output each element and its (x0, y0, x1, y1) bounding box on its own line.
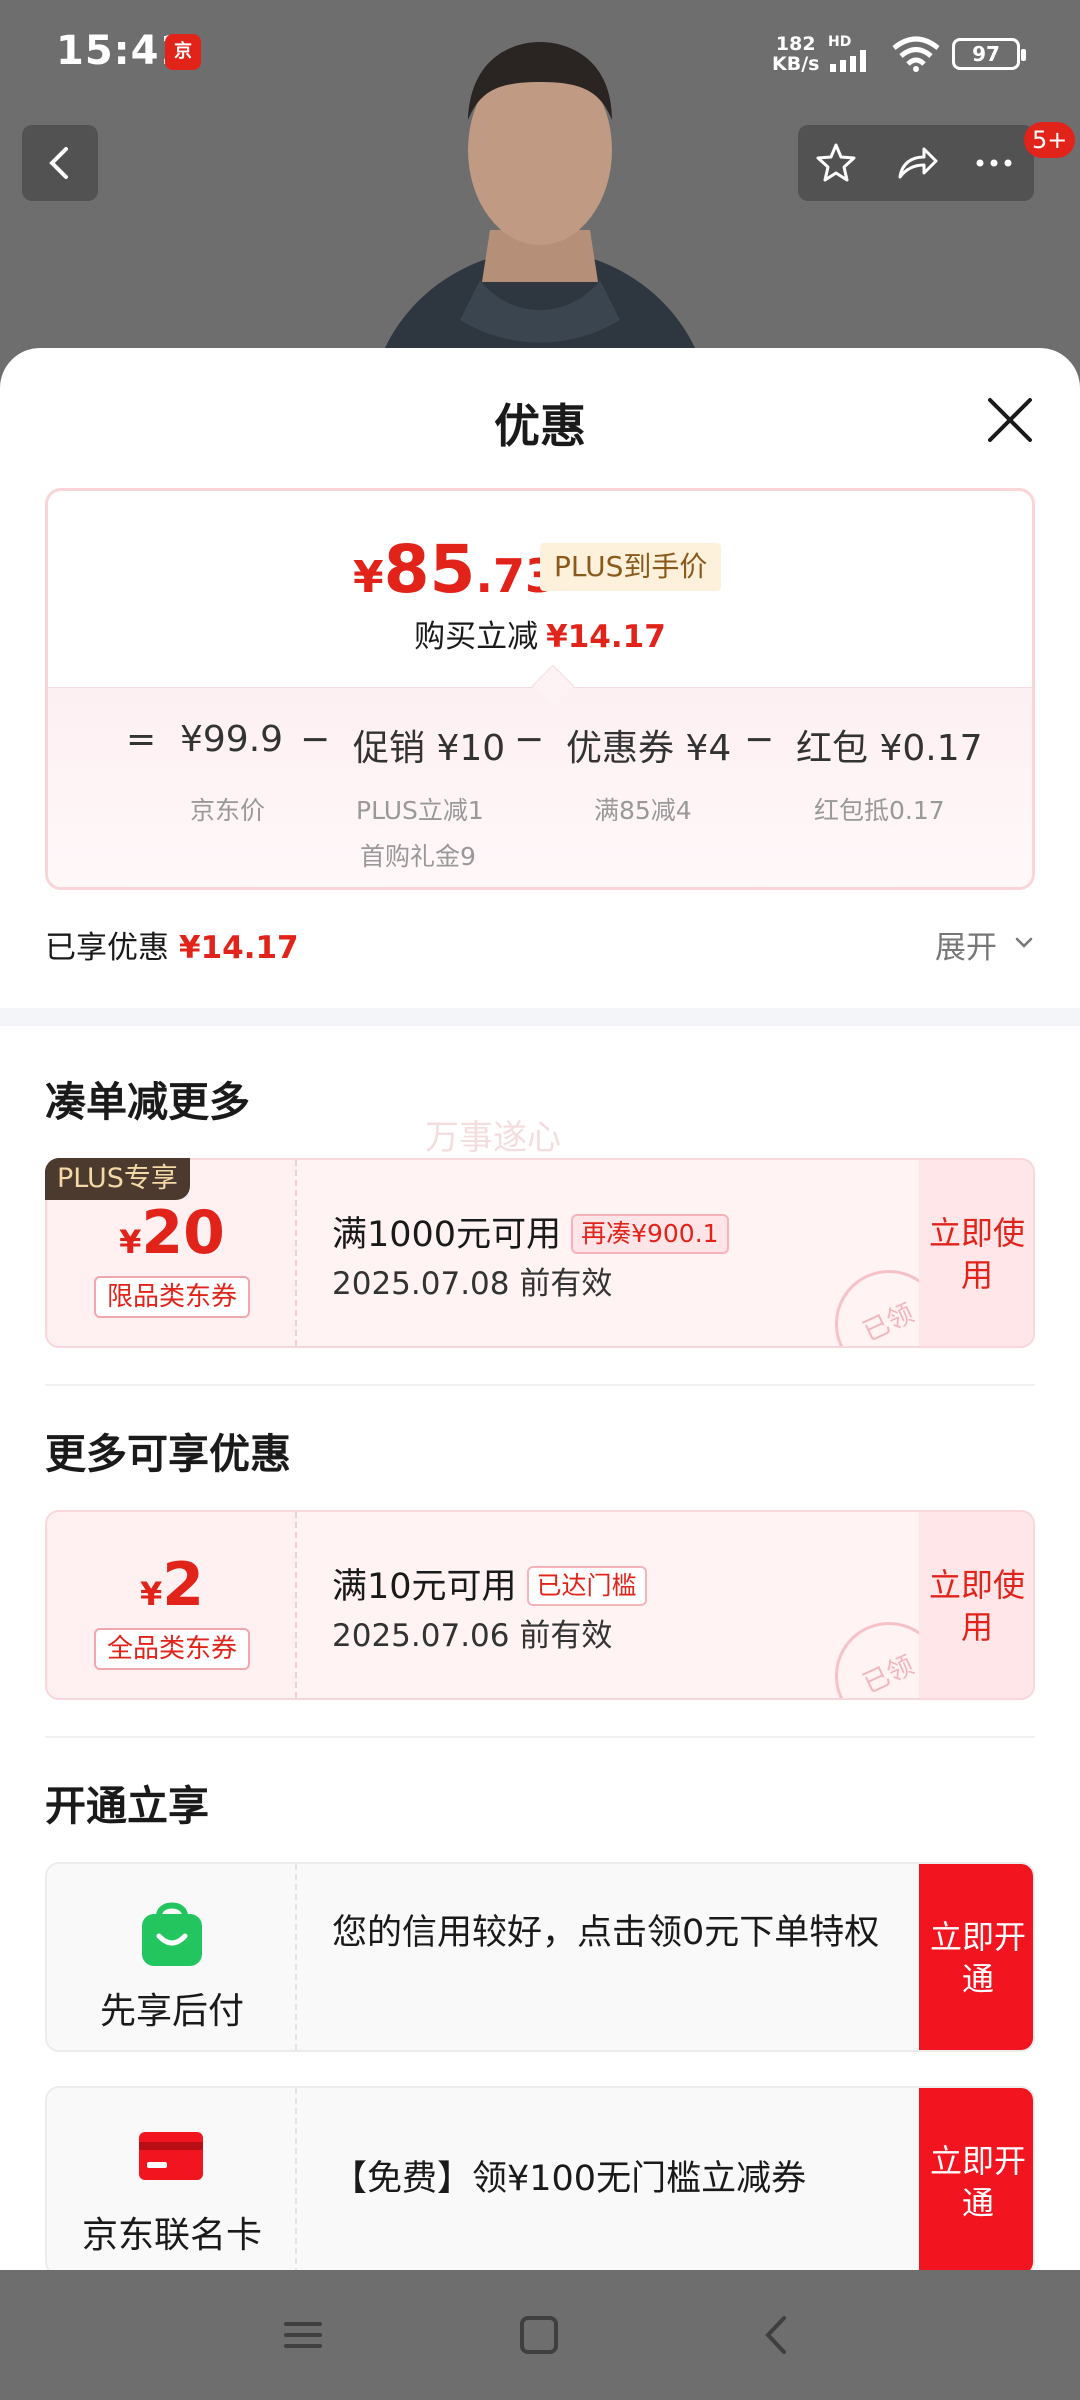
signal-icon (830, 50, 866, 72)
more-icon[interactable] (970, 139, 1018, 187)
section-divider (0, 1008, 1080, 1026)
top-actions-bar (798, 125, 1034, 201)
chevron-down-icon[interactable] (1012, 930, 1036, 954)
close-icon[interactable] (980, 390, 1040, 450)
watermark-text: 万事遂心 (425, 1118, 561, 1158)
coupon-gap-pill: 再凑¥900.1 (571, 1214, 729, 1254)
coupon-condition: 满10元可用 已达门槛 (332, 1558, 647, 1609)
status-bar: 15:41 京 182 KB/s HD 97 (0, 0, 1080, 110)
shopping-bag-icon (142, 1902, 202, 1966)
pay-later-desc: 您的信用较好，点击领0元下单特权 (332, 1913, 880, 1953)
pay-later-label: 先享后付 (99, 1991, 244, 2032)
network-speed: 182 KB/s (772, 33, 820, 75)
coupon-validity: 2025.07.06 前有效 (332, 1618, 613, 1654)
discount-sheet: 优惠 ¥85.73 PLUS到手价 购买立减 ¥14.17 = ¥99.9 京东价… (0, 348, 1080, 2270)
back-nav-icon[interactable] (752, 2310, 802, 2360)
breakdown-red-packet-rule: 红包抵0.17 (814, 796, 945, 825)
minus-sign: − (514, 719, 545, 760)
use-now-button[interactable]: 立即使用 (919, 1160, 1033, 1346)
coupon-amount: ¥20 (119, 1198, 225, 1268)
wifi-icon (892, 36, 940, 72)
breakdown-coupon: 优惠券 ¥4 (566, 728, 732, 769)
section-title-more-offers: 更多可享优惠 (45, 1430, 291, 1478)
minus-sign: − (300, 719, 331, 760)
battery-indicator: 97 (952, 38, 1026, 70)
activate-pay-later-button[interactable]: 立即开通 (919, 1864, 1033, 2050)
hd-indicator: HD (828, 34, 852, 50)
separator (45, 1384, 1035, 1386)
share-icon[interactable] (892, 139, 940, 187)
pay-later-card: 先享后付 您的信用较好，点击领0元下单特权 立即开通 (45, 1862, 1035, 2052)
co-branded-card: 京东联名卡 【免费】领¥100无门槛立减券 立即开通 (45, 2086, 1035, 2270)
breakdown-coupon-rule: 满85减4 (594, 796, 692, 825)
coupon-category: 全品类东券 (94, 1628, 250, 1670)
co-branded-card-desc: 【免费】领¥100无门槛立减券 (332, 2159, 807, 2199)
product-page-backdrop: 15:41 京 182 KB/s HD 97 5+ (0, 0, 1080, 400)
coupon-amount: ¥2 (139, 1550, 204, 1620)
equals-sign: = (126, 719, 157, 760)
menu-icon[interactable] (278, 2310, 328, 2360)
price-summary-card: ¥85.73 PLUS到手价 购买立减 ¥14.17 = ¥99.9 京东价 − … (45, 488, 1035, 890)
breakdown-promotion: 促销 ¥10 (353, 728, 506, 769)
expand-button[interactable]: 展开 (935, 922, 997, 967)
purchase-reduction: 购买立减 ¥14.17 (414, 619, 666, 655)
coupon-condition: 满1000元可用 再凑¥900.1 (332, 1206, 729, 1257)
message-count-badge: 5+ (1024, 122, 1076, 158)
star-icon[interactable] (812, 139, 860, 187)
breakdown-promotion-gift: 首购礼金9 (360, 842, 476, 871)
plus-price-tag: PLUS到手价 (540, 543, 722, 591)
breakdown-promotion-plus: PLUS立减1 (356, 796, 484, 825)
final-price: ¥85.73 (353, 531, 557, 608)
coupon-card-2: ¥2 全品类东券 满10元可用 已达门槛 2025.07.06 前有效 已领 立即… (45, 1510, 1035, 1700)
coupon-card-20: ¥20 限品类东券 满1000元可用 再凑¥900.1 2025.07.08 前有… (45, 1158, 1035, 1348)
co-branded-card-label: 京东联名卡 (81, 2215, 262, 2256)
chevron-left-icon (49, 147, 68, 179)
section-title-combine: 凑单减更多 (45, 1078, 250, 1126)
use-now-button[interactable]: 立即使用 (919, 1512, 1033, 1698)
home-icon[interactable] (514, 2310, 564, 2360)
sheet-title: 优惠 (494, 399, 586, 453)
system-navigation-bar (0, 2270, 1080, 2400)
breakdown-jd-price: ¥99.9 (180, 719, 284, 760)
breakdown-jd-price-label: 京东价 (190, 796, 266, 825)
activate-card-button[interactable]: 立即开通 (919, 2088, 1033, 2270)
back-button[interactable] (22, 125, 98, 201)
price-breakdown-area (48, 687, 1032, 887)
plus-exclusive-badge: PLUS专享 (45, 1158, 190, 1200)
enjoyed-discount: 已享优惠 ¥14.17 (45, 930, 299, 966)
section-title-open: 开通立享 (45, 1782, 209, 1830)
minus-sign: − (744, 719, 775, 760)
coupon-validity: 2025.07.08 前有效 (332, 1266, 613, 1302)
credit-card-icon (139, 2132, 203, 2180)
coupon-category: 限品类东券 (94, 1276, 250, 1318)
jd-app-notification-icon: 京 (165, 34, 201, 70)
breakdown-red-packet: 红包 ¥0.17 (796, 728, 983, 769)
separator (45, 1736, 1035, 1738)
coupon-threshold-pill: 已达门槛 (526, 1566, 647, 1606)
